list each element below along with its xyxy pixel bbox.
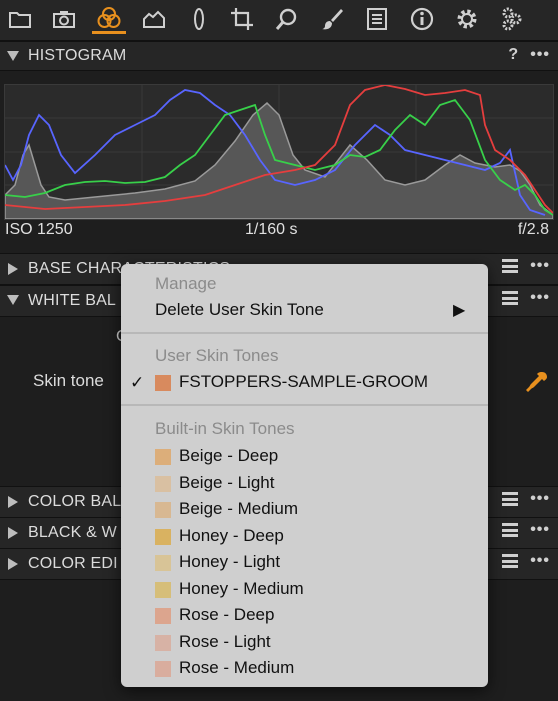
skin-tone-swatch [155,555,171,571]
skin-tone-swatch [155,449,171,465]
more-options-icon[interactable]: ••• [530,47,550,63]
color-editor-title: COLOR EDI [28,555,118,572]
builtin-skin-tones-header: Built-in Skin Tones [155,419,295,438]
builtin-skin-tone-item[interactable]: Rose - Medium [179,658,294,678]
collapse-triangle-icon[interactable] [7,295,19,305]
skin-tone-swatch [155,581,171,598]
info-icon[interactable] [405,4,439,34]
histogram-graph [4,84,554,220]
gears-icon[interactable] [495,4,529,34]
more-options-icon[interactable]: ••• [530,553,550,569]
collapse-triangle-icon[interactable] [7,51,19,61]
presets-icon[interactable] [502,259,519,273]
gear-icon[interactable] [450,4,484,34]
presets-icon[interactable] [502,554,519,568]
skin-tone-swatch [155,475,171,492]
more-options-icon[interactable]: ••• [530,258,550,274]
camera-icon[interactable] [47,4,81,34]
brush-icon[interactable] [315,4,349,34]
folder-icon[interactable] [3,4,37,34]
black-white-title: BLACK & W [28,524,117,541]
color-balance-title: COLOR BAL [28,493,122,510]
aperture-value: f/2.8 [517,221,549,238]
histogram-title: HISTOGRAM [28,47,127,64]
expand-triangle-icon[interactable] [8,558,18,570]
iso-value: ISO 1250 [5,221,73,238]
crop-icon[interactable] [225,4,259,34]
skin-tone-swatch [155,528,171,545]
presets-icon[interactable] [502,523,519,537]
menu-separator [121,332,488,334]
builtin-skin-tone-item[interactable]: Beige - Deep [179,446,278,466]
skin-tone-picker-icon[interactable] [524,369,550,395]
builtin-skin-tone-item[interactable]: Beige - Medium [179,499,298,519]
skin-tone-swatch [155,375,171,391]
exposure-icon[interactable] [137,4,171,34]
expand-triangle-icon[interactable] [8,263,18,275]
expand-triangle-icon[interactable] [8,527,18,539]
more-options-icon[interactable]: ••• [530,290,550,306]
lens-icon[interactable] [182,4,216,34]
shutter-value: 1/160 s [245,221,298,238]
builtin-skin-tone-item[interactable]: Rose - Deep [179,605,274,625]
user-skin-tone-item[interactable]: FSTOPPERS-SAMPLE-GROOM [179,372,428,392]
metadata-icon[interactable] [360,4,394,34]
manage-section-header: Manage [155,274,217,293]
skin-tone-swatch [155,608,171,624]
user-skin-tones-header: User Skin Tones [155,346,279,365]
skin-tone-swatch [155,502,171,518]
menu-separator [121,404,488,406]
histogram-panel-header[interactable]: HISTOGRAM ? ••• [0,41,558,71]
builtin-skin-tone-item[interactable]: Honey - Light [179,552,280,572]
presets-icon[interactable] [502,492,519,506]
builtin-skin-tone-item[interactable]: Beige - Light [179,473,274,493]
tool-tab-bar [0,0,558,41]
builtin-skin-tone-item[interactable]: Honey - Medium [179,579,304,599]
skin-tone-swatch [155,634,171,651]
presets-icon[interactable] [502,291,519,305]
delete-user-skin-tone-item[interactable]: Delete User Skin Tone [155,300,324,320]
builtin-skin-tone-item[interactable]: Rose - Light [179,632,271,652]
skin-tone-swatch [155,661,171,677]
color-icon[interactable] [92,4,126,34]
submenu-arrow-icon: ▶ [453,302,466,319]
more-options-icon[interactable]: ••• [530,522,550,538]
more-options-icon[interactable]: ••• [530,491,550,507]
skin-tone-menu: Manage Delete User Skin Tone ▶ User Skin… [121,264,488,687]
expand-triangle-icon[interactable] [8,496,18,508]
skin-tone-label: Skin tone [33,371,104,390]
checkmark-icon: ✓ [130,373,145,392]
white-balance-title: WHITE BAL [28,292,117,309]
search-icon[interactable] [270,4,304,34]
builtin-skin-tone-item[interactable]: Honey - Deep [179,526,284,546]
help-icon[interactable]: ? [508,46,518,64]
